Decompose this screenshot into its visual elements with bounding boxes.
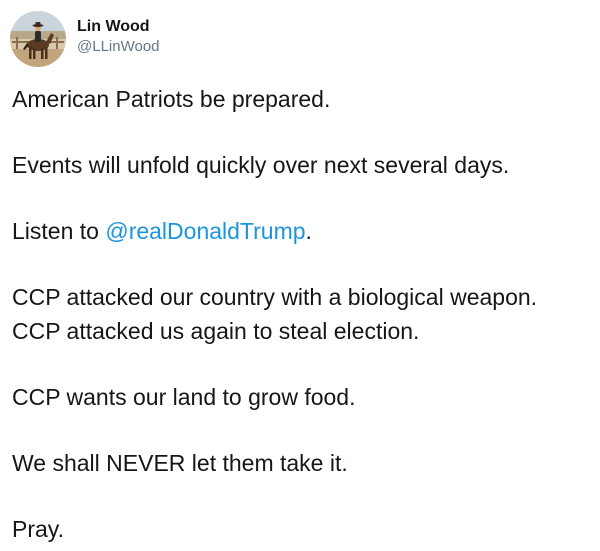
tweet-card: Lin Wood @LLinWood American Patriots be …: [0, 0, 600, 551]
tweet-line-3: Listen to @realDonaldTrump.: [12, 214, 592, 248]
tweet-line-3-prefix: Listen to: [12, 218, 106, 244]
author-names: Lin Wood @LLinWood: [77, 17, 160, 57]
horse-rider-avatar-icon: [10, 11, 66, 67]
tweet-line-1: American Patriots be prepared.: [12, 86, 331, 112]
tweet-line-8: Pray.: [12, 516, 64, 542]
tweet-line-7: We shall NEVER let them take it.: [12, 450, 348, 476]
tweet-line-2: Events will unfold quickly over next sev…: [12, 152, 510, 178]
tweet-line-6: CCP wants our land to grow food.: [12, 384, 356, 410]
tweet-line-3-suffix: .: [305, 218, 312, 244]
tweet-line-5: CCP attacked us again to steal election.: [12, 318, 420, 344]
avatar[interactable]: [10, 11, 66, 67]
mention-link[interactable]: @realDonaldTrump: [105, 218, 305, 244]
author-display-name[interactable]: Lin Wood: [77, 17, 160, 37]
author-handle[interactable]: @LLinWood: [77, 37, 160, 57]
tweet-text: American Patriots be prepared. Events wi…: [12, 82, 592, 546]
tweet-line-4: CCP attacked our country with a biologic…: [12, 284, 538, 310]
tweet-header: Lin Wood @LLinWood: [10, 11, 160, 67]
